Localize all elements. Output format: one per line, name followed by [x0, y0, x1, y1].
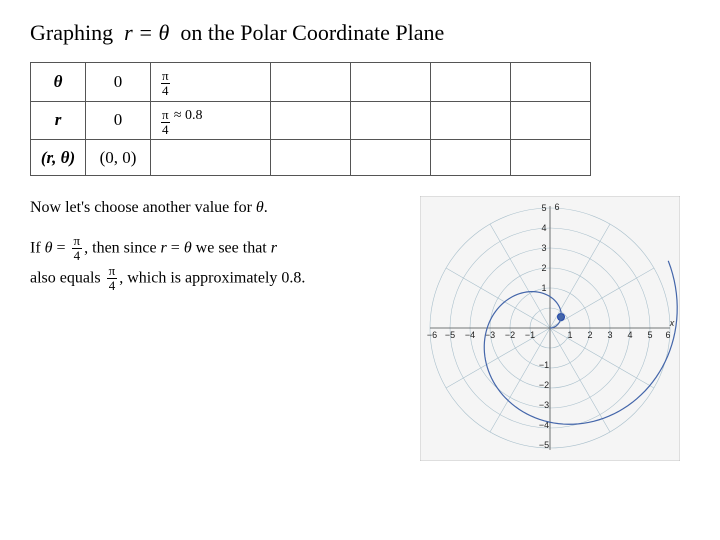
theta-val-0: 0 [86, 63, 151, 102]
page-title: Graphing r = θ on the Polar Coordinate P… [30, 20, 690, 46]
polar-chart: 1 2 3 4 5 6 −1 −2 −3 −4 −5 1 [420, 196, 680, 461]
line2-3: If θ = π4, then since r = θ we see that … [30, 234, 400, 293]
svg-text:3: 3 [607, 330, 612, 340]
theta-empty-1 [271, 63, 351, 102]
page: Graphing r = θ on the Polar Coordinate P… [0, 0, 720, 540]
point-symbol: (r, θ) [31, 140, 86, 176]
r-val-pi4-approx: π 4 ≈ 0.8 [151, 101, 271, 140]
point-val-empty [151, 140, 271, 176]
point-empty-1 [271, 140, 351, 176]
svg-text:−4: −4 [465, 330, 475, 340]
r-empty-2 [351, 101, 431, 140]
svg-text:−5: −5 [445, 330, 455, 340]
svg-text:−3: −3 [539, 400, 549, 410]
theta-empty-3 [431, 63, 511, 102]
svg-text:3: 3 [541, 243, 546, 253]
r-empty-3 [431, 101, 511, 140]
bottom-section: Now let's choose another value for θ. If… [30, 196, 690, 461]
svg-text:−6: −6 [427, 330, 437, 340]
point-empty-4 [511, 140, 591, 176]
r-empty-4 [511, 101, 591, 140]
theta-empty-4 [511, 63, 591, 102]
values-table: θ 0 π 4 r 0 π [30, 62, 591, 176]
svg-text:6: 6 [554, 202, 559, 212]
svg-text:2: 2 [587, 330, 592, 340]
svg-text:x: x [669, 318, 675, 328]
table-row-theta: θ 0 π 4 [31, 63, 591, 102]
polar-chart-container: 1 2 3 4 5 6 −1 −2 −3 −4 −5 1 [420, 196, 680, 461]
svg-text:1: 1 [567, 330, 572, 340]
point-empty-3 [431, 140, 511, 176]
explanation-text: Now let's choose another value for θ. If… [30, 196, 400, 307]
svg-text:−1: −1 [525, 330, 535, 340]
svg-text:5: 5 [541, 203, 546, 213]
r-val-0: 0 [86, 101, 151, 140]
r-empty-1 [271, 101, 351, 140]
table-row-point: (r, θ) (0, 0) [31, 140, 591, 176]
theta-symbol: θ [31, 63, 86, 102]
svg-text:6: 6 [665, 330, 670, 340]
r-symbol: r [31, 101, 86, 140]
title-suffix: on the Polar Coordinate Plane [180, 20, 444, 45]
svg-text:−2: −2 [539, 380, 549, 390]
svg-text:−2: −2 [505, 330, 515, 340]
title-graphing: Graphing [30, 20, 113, 45]
point-val-00: (0, 0) [86, 140, 151, 176]
svg-text:−5: −5 [539, 440, 549, 450]
svg-text:1: 1 [541, 283, 546, 293]
line1: Now let's choose another value for θ. [30, 196, 400, 220]
svg-text:4: 4 [541, 223, 546, 233]
svg-text:2: 2 [541, 263, 546, 273]
svg-text:−1: −1 [539, 360, 549, 370]
theta-val-pi4: π 4 [151, 63, 271, 102]
table-row-r: r 0 π 4 ≈ 0.8 [31, 101, 591, 140]
svg-text:5: 5 [647, 330, 652, 340]
title-equation: r = θ [124, 20, 169, 45]
point-empty-2 [351, 140, 431, 176]
svg-text:4: 4 [627, 330, 632, 340]
theta-empty-2 [351, 63, 431, 102]
